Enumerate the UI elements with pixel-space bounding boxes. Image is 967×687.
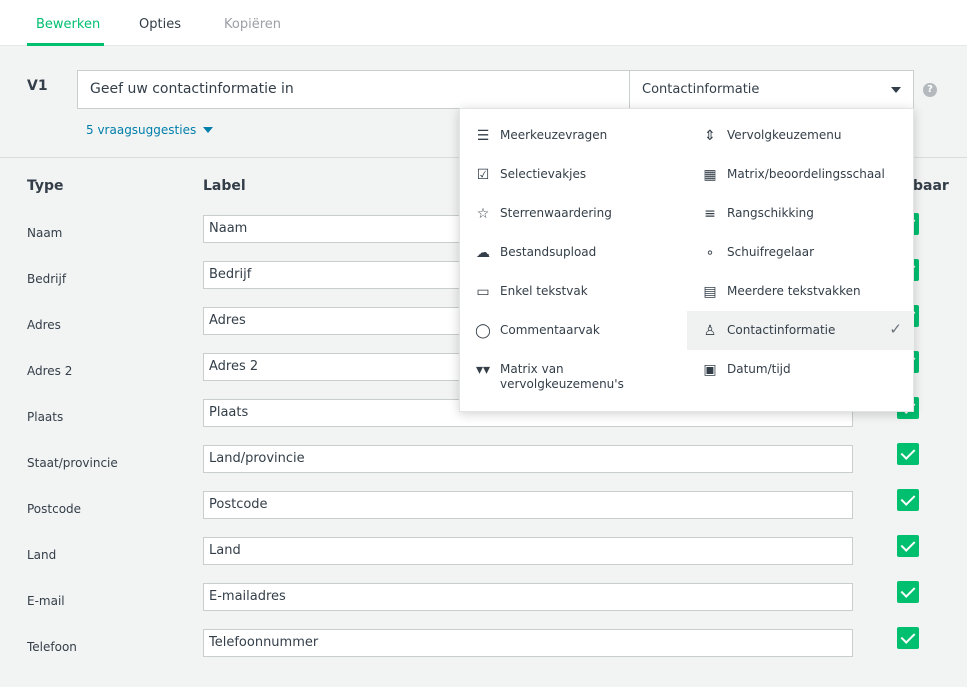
- menu-item-commentaarvak[interactable]: ◯ Commentaarvak: [460, 311, 687, 350]
- matrix-dropdown-icon: ▾▾: [475, 362, 491, 378]
- menu-item-schuifregelaar[interactable]: ∘ Schuifregelaar: [687, 233, 914, 272]
- row-label-input[interactable]: Postcode: [203, 491, 853, 519]
- slider-icon: ∘: [705, 245, 715, 261]
- dropdown-icon: ⇕: [704, 128, 716, 144]
- menu-item-selectievakjes[interactable]: ☑ Selectievakjes: [460, 155, 687, 194]
- row-visible-checkbox[interactable]: [897, 535, 919, 557]
- suggestions-label: 5 vraagsuggesties: [86, 123, 197, 137]
- menu-item-matrix-beoordelingsschaal[interactable]: ▦ Matrix/beoordelingsschaal: [687, 155, 914, 194]
- tab-bar: Bewerken Opties Kopiëren: [0, 0, 967, 46]
- row-visible-checkbox[interactable]: [897, 443, 919, 465]
- row-visible-checkbox[interactable]: [897, 627, 919, 649]
- row-type: Staat/provincie: [27, 456, 118, 470]
- menu-item-meerkeuzevragen[interactable]: ☰ Meerkeuzevragen: [460, 116, 687, 155]
- row-type: E-mail: [27, 594, 65, 608]
- tab-bewerken[interactable]: Bewerken: [36, 17, 100, 32]
- list-icon: ☰: [476, 128, 490, 144]
- ranking-icon: ≡: [704, 206, 716, 222]
- column-header-label: Label: [203, 178, 246, 194]
- row-label-input[interactable]: Land: [203, 537, 853, 565]
- column-header-type: Type: [27, 178, 64, 194]
- caret-down-icon: [203, 127, 214, 133]
- person-icon: ♙: [703, 323, 717, 339]
- checkbox-icon: ☑: [476, 167, 490, 183]
- star-icon: ☆: [476, 206, 490, 222]
- check-icon: ✓: [889, 320, 902, 338]
- row-label-input[interactable]: Telefoonnummer: [203, 629, 853, 657]
- menu-item-rangschikking[interactable]: ≡ Rangschikking: [687, 194, 914, 233]
- question-suggestions-link[interactable]: 5 vraagsuggesties: [86, 123, 214, 137]
- row-type: Telefoon: [27, 640, 77, 654]
- comment-icon: ◯: [475, 323, 491, 339]
- question-type-select[interactable]: Contactinformatie: [629, 70, 914, 109]
- row-visible-checkbox[interactable]: [897, 489, 919, 511]
- row-type: Land: [27, 548, 57, 562]
- menu-item-vervolgkeuzemenu[interactable]: ⇕ Vervolgkeuzemenu: [687, 116, 914, 155]
- row-type: Plaats: [27, 410, 64, 424]
- multi-textbox-icon: ▤: [703, 284, 717, 300]
- question-type-menu: ☰ Meerkeuzevragen ☑ Selectievakjes ☆ Ste…: [459, 108, 914, 412]
- menu-item-sterrenwaardering[interactable]: ☆ Sterrenwaardering: [460, 194, 687, 233]
- menu-item-bestandsupload[interactable]: ☁ Bestandsupload: [460, 233, 687, 272]
- row-label-input[interactable]: Land/provincie: [203, 445, 853, 473]
- textbox-icon: ▭: [476, 284, 490, 300]
- question-type-value: Contactinformatie: [642, 82, 760, 97]
- caret-down-icon: [891, 87, 901, 93]
- help-icon[interactable]: ?: [923, 83, 937, 97]
- row-type: Adres: [27, 318, 61, 332]
- row-visible-checkbox[interactable]: [897, 581, 919, 603]
- menu-item-matrix-vervolgkeuzemenus[interactable]: ▾▾ Matrix van vervolgkeuzemenu's: [460, 350, 687, 398]
- menu-item-datum-tijd[interactable]: ▣ Datum/tijd: [687, 350, 914, 389]
- cloud-upload-icon: ☁: [476, 245, 490, 261]
- row-type: Naam: [27, 226, 63, 240]
- row-type: Bedrijf: [27, 272, 67, 286]
- column-header-visible: baar: [913, 178, 949, 194]
- tab-kopieren[interactable]: Kopiëren: [224, 17, 281, 32]
- row-label-input[interactable]: E-mailadres: [203, 583, 853, 611]
- row-type: Postcode: [27, 502, 82, 516]
- tab-opties[interactable]: Opties: [139, 17, 181, 32]
- menu-item-enkel-tekstvak[interactable]: ▭ Enkel tekstvak: [460, 272, 687, 311]
- calendar-icon: ▣: [703, 362, 717, 378]
- question-number: V1: [27, 78, 48, 94]
- row-type: Adres 2: [27, 364, 73, 378]
- question-text-input[interactable]: Geef uw contactinformatie in: [77, 70, 630, 109]
- menu-item-meerdere-tekstvakken[interactable]: ▤ Meerdere tekstvakken: [687, 272, 914, 311]
- menu-item-contactinformatie[interactable]: ♙ Contactinformatie ✓: [687, 311, 914, 350]
- grid-icon: ▦: [703, 167, 717, 183]
